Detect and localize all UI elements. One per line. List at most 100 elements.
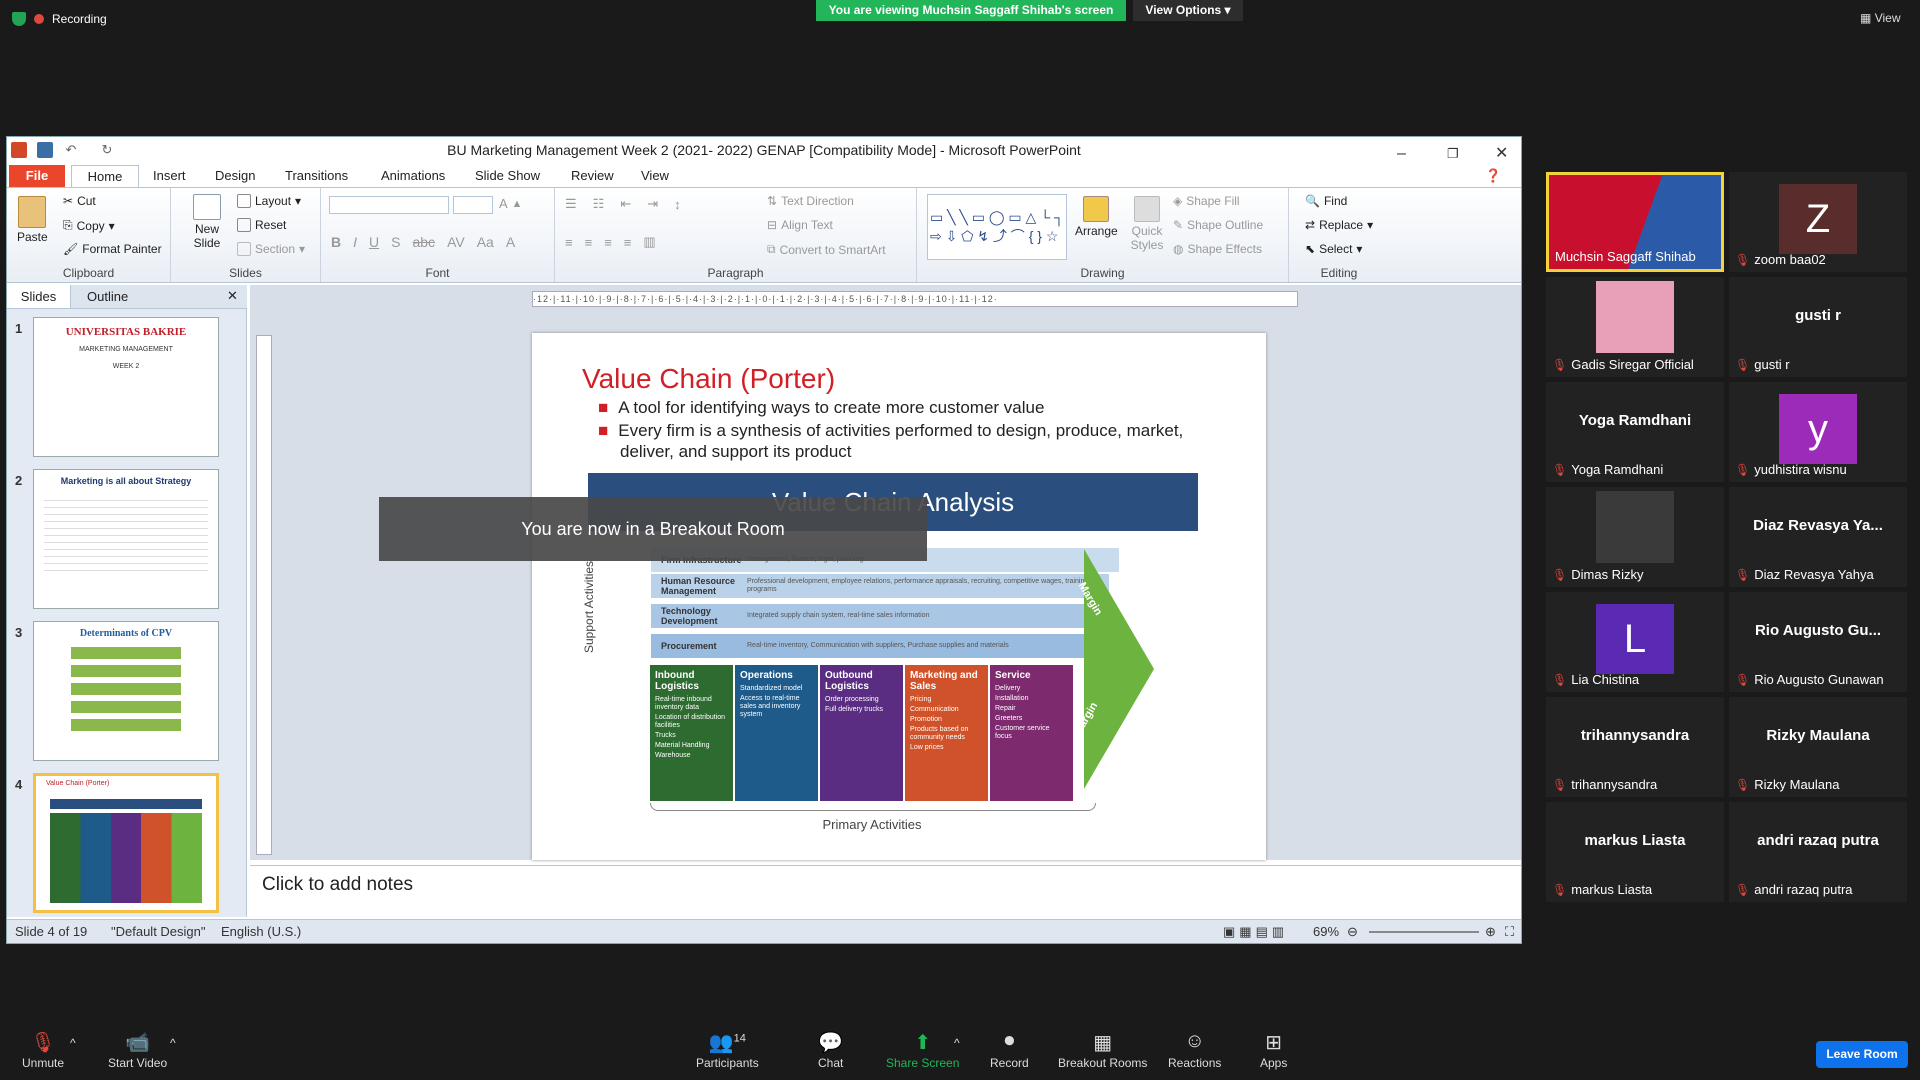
redo-icon[interactable]: ↻: [99, 142, 115, 158]
shapes-gallery[interactable]: ▭ ╲ ╲ ▭ ◯ ▭ △ └ ┐ ⇨ ⇩ ⬠ ↯ ⤴ ⌒ { } ☆: [927, 194, 1067, 260]
leave-room-button[interactable]: Leave Room: [1816, 1041, 1908, 1068]
arrange-button[interactable]: Arrange: [1075, 196, 1118, 238]
close-pane-icon[interactable]: ✕: [227, 288, 238, 304]
participant-tile[interactable]: 🎙 Dimas Rizky: [1546, 487, 1724, 587]
tab-outline[interactable]: Outline: [87, 289, 128, 304]
video-options-chevron[interactable]: ^: [170, 1036, 176, 1050]
notes-pane[interactable]: Click to add notes: [250, 865, 1521, 905]
italic-icon[interactable]: I: [353, 234, 357, 250]
slide-thumbnail-3[interactable]: Determinants of CPV: [33, 621, 219, 761]
tab-design[interactable]: Design: [215, 168, 255, 183]
apps-button[interactable]: ⊞ Apps: [1260, 1030, 1287, 1070]
shape-fill-button[interactable]: ◈ Shape Fill: [1173, 194, 1240, 208]
slide-thumbnail-1[interactable]: UNIVERSITAS BAKRIE MARKETING MANAGEMENT …: [33, 317, 219, 457]
participant-tile[interactable]: trihannysandra 🎙 trihannysandra: [1546, 697, 1724, 797]
participant-tile[interactable]: Z 🎙 zoom baa02: [1729, 172, 1907, 272]
tab-home[interactable]: Home: [71, 165, 139, 189]
close-icon[interactable]: ✕: [1495, 141, 1508, 167]
audio-options-chevron[interactable]: ^: [70, 1036, 76, 1050]
quick-styles-button[interactable]: Quick Styles: [1127, 196, 1167, 252]
restore-icon[interactable]: ❐: [1447, 141, 1459, 167]
zoom-out-icon[interactable]: ⊖: [1347, 924, 1358, 940]
numbering-icon[interactable]: ☷: [593, 196, 605, 212]
participant-tile[interactable]: gusti r 🎙 gusti r: [1729, 277, 1907, 377]
align-left-icon[interactable]: ≡: [565, 235, 573, 250]
tab-insert[interactable]: Insert: [153, 168, 186, 183]
tab-animations[interactable]: Animations: [381, 168, 445, 183]
convert-smartart-button[interactable]: ⧉ Convert to SmartArt: [767, 242, 886, 257]
tab-file[interactable]: File: [9, 165, 65, 187]
view-button[interactable]: ▦ View: [1860, 11, 1900, 25]
replace-button[interactable]: ⇄ Replace ▾: [1305, 218, 1373, 232]
font-color-icon[interactable]: A: [506, 234, 515, 250]
underline-icon[interactable]: U: [369, 234, 379, 250]
share-options-chevron[interactable]: ^: [954, 1036, 960, 1050]
participant-tile[interactable]: y 🎙 yudhistira wisnu: [1729, 382, 1907, 482]
grow-font-icon[interactable]: A ▲: [499, 196, 522, 211]
bold-icon[interactable]: B: [331, 234, 341, 250]
view-options-button[interactable]: View Options ▾: [1133, 0, 1243, 21]
find-button[interactable]: 🔍 Find: [1305, 194, 1347, 208]
reset-button[interactable]: Reset: [237, 218, 286, 232]
slide-thumbnail-4[interactable]: Value Chain (Porter): [33, 773, 219, 913]
line-spacing-icon[interactable]: ↕: [674, 197, 681, 212]
minimize-icon[interactable]: –: [1397, 141, 1406, 167]
participants-button[interactable]: 👥14 Participants: [696, 1030, 759, 1070]
help-icon[interactable]: ❓: [1485, 168, 1501, 184]
participant-tile[interactable]: Rio Augusto Gu... 🎙 Rio Augusto Gunawan: [1729, 592, 1907, 692]
record-button[interactable]: ⏺ Record: [990, 1030, 1029, 1070]
char-spacing-icon[interactable]: AV: [447, 234, 465, 250]
participant-tile[interactable]: Rizky Maulana 🎙 Rizky Maulana: [1729, 697, 1907, 797]
select-button[interactable]: ⬉ Select ▾: [1305, 242, 1362, 256]
participant-tile[interactable]: 🎙 Gadis Siregar Official: [1546, 277, 1724, 377]
text-direction-button[interactable]: ⇅ Text Direction: [767, 194, 854, 208]
save-icon[interactable]: [37, 142, 53, 158]
bullets-icon[interactable]: ☰: [565, 196, 577, 212]
participant-tile[interactable]: L 🎙 Lia Chistina: [1546, 592, 1724, 692]
shape-outline-button[interactable]: ✎ Shape Outline: [1173, 218, 1263, 232]
slide-thumbnail-2[interactable]: Marketing is all about Strategy: [33, 469, 219, 609]
fit-window-icon[interactable]: ⛶: [1505, 924, 1514, 940]
align-right-icon[interactable]: ≡: [604, 235, 612, 250]
shape-effects-button[interactable]: ◍ Shape Effects: [1173, 242, 1262, 256]
tab-transitions[interactable]: Transitions: [285, 168, 348, 183]
participant-tile[interactable]: Muchsin Saggaff Shihab: [1546, 172, 1724, 272]
paste-button[interactable]: Paste: [17, 196, 48, 244]
new-slide-button[interactable]: New Slide: [187, 194, 227, 250]
tab-view[interactable]: View: [641, 168, 669, 183]
tab-slides[interactable]: Slides: [7, 285, 71, 308]
chat-button[interactable]: 💬 Chat: [818, 1030, 843, 1070]
align-center-icon[interactable]: ≡: [585, 235, 593, 250]
participant-tile[interactable]: markus Liasta 🎙 markus Liasta: [1546, 802, 1724, 902]
current-slide[interactable]: Value Chain (Porter) ■ A tool for identif…: [532, 333, 1266, 860]
change-case-icon[interactable]: Aa: [477, 234, 494, 250]
zoom-slider[interactable]: [1369, 931, 1479, 933]
share-screen-button[interactable]: ⬆ Share Screen: [886, 1030, 959, 1070]
cut-button[interactable]: ✂ Cut: [63, 194, 96, 208]
undo-icon[interactable]: ↶: [63, 142, 79, 158]
section-button[interactable]: Section ▾: [237, 242, 305, 256]
zoom-in-icon[interactable]: ⊕: [1485, 924, 1496, 940]
justify-icon[interactable]: ≡: [624, 235, 632, 250]
tab-review[interactable]: Review: [571, 168, 614, 183]
decrease-indent-icon[interactable]: ⇤: [620, 196, 631, 212]
columns-icon[interactable]: ▥: [643, 234, 655, 250]
participant-tile[interactable]: Diaz Revasya Ya... 🎙 Diaz Revasya Yahya: [1729, 487, 1907, 587]
view-buttons[interactable]: ▣▦▤▥: [1223, 924, 1288, 940]
font-name-dropdown[interactable]: [329, 196, 449, 214]
start-video-button[interactable]: 📹 Start Video: [108, 1030, 167, 1070]
font-size-dropdown[interactable]: [453, 196, 493, 214]
layout-button[interactable]: Layout ▾: [237, 194, 301, 208]
breakout-rooms-button[interactable]: ▦ Breakout Rooms: [1058, 1030, 1147, 1070]
participant-tile[interactable]: andri razaq putra 🎙 andri razaq putra: [1729, 802, 1907, 902]
participant-tile[interactable]: Yoga Ramdhani 🎙 Yoga Ramdhani: [1546, 382, 1724, 482]
reactions-button[interactable]: ☺ Reactions: [1168, 1030, 1221, 1070]
strikethrough-icon[interactable]: abc: [412, 234, 435, 250]
align-text-button[interactable]: ⊟ Align Text: [767, 218, 833, 232]
format-painter-button[interactable]: 🖌 Format Painter: [63, 242, 162, 256]
shadow-icon[interactable]: S: [391, 234, 400, 250]
tab-slide-show[interactable]: Slide Show: [475, 168, 540, 183]
copy-button[interactable]: ⎘ Copy ▾: [63, 218, 115, 233]
unmute-button[interactable]: 🎙 Unmute: [22, 1030, 64, 1070]
increase-indent-icon[interactable]: ⇥: [647, 196, 658, 212]
